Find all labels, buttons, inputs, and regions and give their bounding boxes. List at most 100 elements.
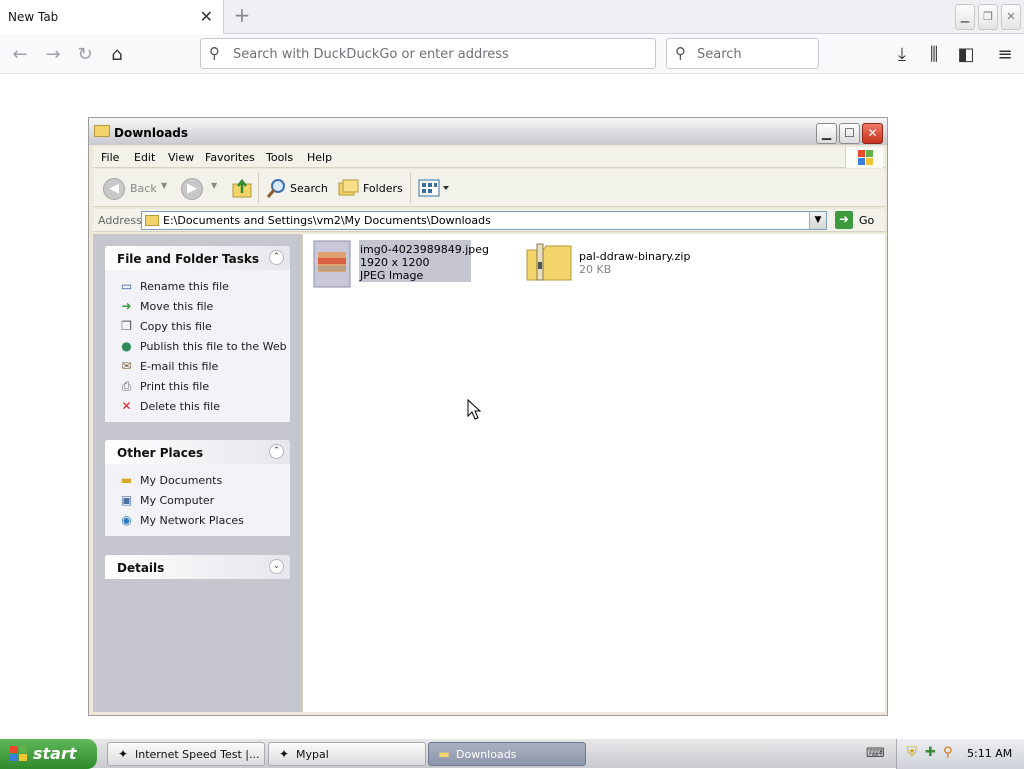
task-rename[interactable]: ▭ Rename this file xyxy=(105,276,290,296)
downloads-icon[interactable]: ⤓ xyxy=(888,41,916,69)
new-tab-button[interactable]: + xyxy=(230,4,254,28)
file-name: pal-ddraw-binary.zip xyxy=(579,250,691,263)
panel-header[interactable]: File and Folder Tasks ⌃ xyxy=(105,246,290,270)
restore-browser-button[interactable]: ❐ xyxy=(978,4,998,30)
search-icon: ⚲ xyxy=(209,44,220,62)
file-list: img0-4023989849.jpeg 1920 x 1200 JPEG Im… xyxy=(302,234,885,712)
windows-flag-icon xyxy=(10,746,28,766)
folder-up-icon[interactable] xyxy=(231,177,253,199)
other-places-panel: Other Places ⌃ ▬ My Documents ▣ My Compute… xyxy=(105,440,290,536)
close-tab-icon[interactable]: ✕ xyxy=(200,7,213,26)
menu-tools[interactable]: Tools xyxy=(266,151,293,164)
task-copy[interactable]: ❐ Copy this file xyxy=(105,316,290,336)
search-tray-icon[interactable]: ⚲ xyxy=(943,745,953,760)
close-browser-button[interactable]: ✕ xyxy=(1001,4,1021,30)
collapse-chevron-icon[interactable]: ⌃ xyxy=(269,250,284,265)
network-icon: ◉ xyxy=(121,513,132,527)
file-dimensions: 1920 x 1200 xyxy=(360,256,430,269)
file-type: JPEG Image xyxy=(360,269,424,282)
details-panel: Details ⌄ xyxy=(105,555,290,579)
menu-view[interactable]: View xyxy=(168,151,194,164)
explorer-toolbar: ◀ Back ▼ ▶ ▼ Search Folders xyxy=(93,169,885,207)
folders-button-label[interactable]: Folders xyxy=(363,182,403,195)
tab-new-tab[interactable]: New Tab ✕ xyxy=(0,0,224,34)
menu-favorites[interactable]: Favorites xyxy=(205,151,255,164)
menu-file[interactable]: File xyxy=(101,151,119,164)
menu-edit[interactable]: Edit xyxy=(134,151,155,164)
taskbar-item-speedtest[interactable]: ✦ Internet Speed Test |... xyxy=(107,742,265,766)
menu-icon[interactable]: ≡ xyxy=(991,41,1019,69)
printer-icon: ⎙ xyxy=(121,379,132,393)
forward-arrow-icon[interactable]: ▶ xyxy=(181,178,203,200)
minimize-button[interactable]: ▁ xyxy=(816,123,837,144)
search-magnifier-icon[interactable] xyxy=(265,177,287,199)
collapse-chevron-icon[interactable]: ⌃ xyxy=(269,444,284,459)
maximize-button[interactable]: ☐ xyxy=(839,123,860,144)
address-toolbar: Address E:\Documents and Settings\vm2\My… xyxy=(93,209,885,232)
address-bar[interactable]: ⚲ Search with DuckDuckGo or enter addres… xyxy=(200,38,656,69)
downloads-window: Downloads ▁ ☐ ✕ File Edit View Favorites… xyxy=(88,117,888,716)
views-icon[interactable] xyxy=(418,178,449,198)
address-dropdown-icon[interactable]: ▼ xyxy=(809,212,826,229)
taskbar-item-mypal[interactable]: ✦ Mypal xyxy=(268,742,426,766)
expand-chevron-icon[interactable]: ⌄ xyxy=(269,559,284,574)
forward-icon[interactable]: → xyxy=(39,41,67,69)
library-icon[interactable]: ⫼ xyxy=(920,41,948,69)
go-button-label[interactable]: Go xyxy=(859,214,874,227)
taskbar-item-downloads[interactable]: ▬ Downloads xyxy=(428,742,586,766)
task-delete[interactable]: ✕ Delete this file xyxy=(105,396,290,416)
clock[interactable]: 5:11 AM xyxy=(967,747,1012,760)
task-pane: File and Folder Tasks ⌃ ▭ Rename this fil… xyxy=(93,234,302,712)
file-item-zip[interactable]: pal-ddraw-binary.zip 20 KB xyxy=(525,240,690,288)
back-dropdown-icon[interactable]: ▼ xyxy=(161,181,167,190)
window-title: Downloads xyxy=(114,126,189,140)
reload-icon[interactable]: ↻ xyxy=(71,41,99,69)
back-button-label[interactable]: Back xyxy=(130,182,157,195)
menu-bar: File Edit View Favorites Tools Help xyxy=(93,147,885,168)
home-icon[interactable]: ⌂ xyxy=(103,41,131,69)
back-icon[interactable]: ← xyxy=(6,41,34,69)
place-my-network[interactable]: ◉ My Network Places xyxy=(105,510,290,530)
search-icon: ⚲ xyxy=(675,44,686,62)
close-button[interactable]: ✕ xyxy=(862,123,883,144)
back-arrow-icon[interactable]: ◀ xyxy=(103,178,125,200)
zip-folder-icon xyxy=(525,240,575,288)
panel-header[interactable]: Other Places ⌃ xyxy=(105,440,290,464)
network-tray-icon[interactable]: ✚ xyxy=(925,745,936,760)
move-icon: ➜ xyxy=(121,299,132,313)
menu-help[interactable]: Help xyxy=(307,151,332,164)
place-my-documents[interactable]: ▬ My Documents xyxy=(105,470,290,490)
browser-nav-bar: ← → ↻ ⌂ ⚲ Search with DuckDuckGo or ente… xyxy=(0,35,1024,74)
minimize-browser-button[interactable]: ▁ xyxy=(955,4,975,30)
task-email[interactable]: ✉ E-mail this file xyxy=(105,356,290,376)
task-publish[interactable]: ● Publish this file to the Web xyxy=(105,336,290,356)
search-button-label[interactable]: Search xyxy=(290,182,328,195)
taskbar: start ✦ Internet Speed Test |... ✦ Mypal… xyxy=(0,738,1024,769)
forward-dropdown-icon[interactable]: ▼ xyxy=(211,181,217,190)
panel-header[interactable]: Details ⌄ xyxy=(105,555,290,579)
file-folder-tasks-panel: File and Folder Tasks ⌃ ▭ Rename this fil… xyxy=(105,246,290,422)
rename-icon: ▭ xyxy=(120,279,133,293)
copy-icon: ❐ xyxy=(121,319,132,333)
sidebar-icon[interactable]: ◧ xyxy=(952,41,980,69)
file-name: img0-4023989849.jpeg xyxy=(360,243,489,256)
start-button[interactable]: start xyxy=(0,739,97,769)
address-field[interactable]: E:\Documents and Settings\vm2\My Documen… xyxy=(141,211,827,230)
security-shield-icon[interactable]: ⛨ xyxy=(907,745,917,760)
keyboard-icon[interactable]: ⌨ xyxy=(866,746,885,762)
windows-logo-icon xyxy=(845,147,883,168)
tab-title: New Tab xyxy=(8,10,59,24)
folders-icon[interactable] xyxy=(338,178,360,198)
place-my-computer[interactable]: ▣ My Computer xyxy=(105,490,290,510)
file-size: 20 KB xyxy=(579,263,612,276)
file-item-jpeg[interactable]: img0-4023989849.jpeg 1920 x 1200 JPEG Im… xyxy=(313,240,489,288)
address-label: Address xyxy=(98,214,142,227)
task-move[interactable]: ➜ Move this file xyxy=(105,296,290,316)
search-placeholder: Search xyxy=(697,47,742,62)
search-bar[interactable]: ⚲ Search xyxy=(666,38,819,69)
task-print[interactable]: ⎙ Print this file xyxy=(105,376,290,396)
jpeg-thumbnail-icon xyxy=(313,240,351,288)
app-icon: ✦ xyxy=(278,747,290,761)
go-arrow-icon[interactable]: ➜ xyxy=(835,211,853,229)
window-title-bar[interactable]: Downloads ▁ ☐ ✕ xyxy=(89,118,887,145)
